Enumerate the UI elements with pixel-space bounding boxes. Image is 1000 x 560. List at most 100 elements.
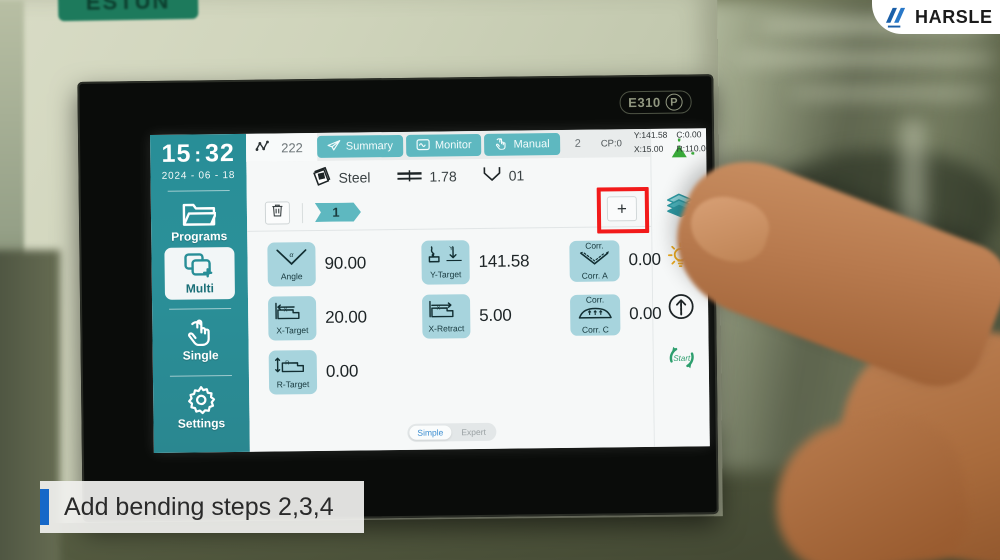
hand-thumb <box>765 407 975 560</box>
tab-summary[interactable]: Summary <box>316 134 404 158</box>
mode-expert[interactable]: Expert <box>453 425 494 439</box>
background-shadow <box>770 150 1000 270</box>
delete-step-button[interactable] <box>264 201 291 225</box>
material-icon <box>312 166 331 189</box>
harsle-mark-icon <box>884 6 909 28</box>
material-cell[interactable]: Steel <box>312 166 371 189</box>
param-label: Corr. C <box>581 323 609 335</box>
background-highlight <box>790 88 990 98</box>
gear-icon <box>186 385 216 415</box>
corr-c-icon <box>577 306 613 324</box>
clock: 15 : 32 <box>161 138 236 168</box>
corr-c-tile: Corr. Corr. C <box>569 293 621 336</box>
param-value: 141.58 <box>478 251 530 272</box>
sidebar-divider <box>169 375 232 377</box>
top-tab-bar: 222 Summary Monitor Manual 2 CP:0 Y:141.… <box>245 128 710 162</box>
svg-text:Y: Y <box>449 246 453 252</box>
machine-green-label: ESTUN <box>57 0 199 22</box>
clock-separator: : <box>194 144 203 167</box>
sidebar-item-programs[interactable]: Programs <box>164 195 235 248</box>
tab-label: Manual <box>513 138 550 151</box>
param-x-target[interactable]: X X-Target 20.00 <box>267 293 423 343</box>
mode-simple[interactable]: Simple <box>409 425 452 440</box>
tab-monitor[interactable]: Monitor <box>405 133 482 157</box>
param-label: R-Target <box>276 378 310 390</box>
sidebar-item-multi[interactable]: Multi <box>164 246 235 300</box>
toolbar-sheet-stack[interactable] <box>659 187 699 225</box>
multi-copy-icon <box>183 252 215 279</box>
param-y-target[interactable]: Y Y-Target 141.58 <box>421 237 570 287</box>
readout-y: Y:141.58 <box>633 129 668 141</box>
y-target-icon: Y <box>427 245 463 269</box>
cp-indicator: CP:0 <box>600 137 622 150</box>
svg-text:X: X <box>437 305 441 311</box>
sidebar-item-label: Multi <box>185 281 214 296</box>
param-r-target[interactable]: R R-Target 0.00 <box>268 347 424 397</box>
tab-manual[interactable]: Manual <box>484 133 560 156</box>
param-corr-a[interactable]: Corr. Corr. A 0.00 <box>569 236 661 285</box>
param-corr-c[interactable]: Corr. Corr. C 0.00 <box>569 290 662 339</box>
caption-banner: Add bending steps 2,3,4 <box>40 481 364 533</box>
param-value: 0.00 <box>629 303 662 324</box>
toolbar-start[interactable]: Start <box>661 340 701 378</box>
screenshot-root: ESTUN E310 P 15 : 32 2024 - 06 - 18 Prog… <box>0 0 1000 560</box>
x-target-tile: X X-Target <box>267 296 317 341</box>
material-name: Steel <box>338 169 371 186</box>
main-panel: 222 Summary Monitor Manual 2 CP:0 Y:141.… <box>245 128 710 452</box>
param-x-retract[interactable]: X X-Retract 5.00 <box>421 291 571 341</box>
step-toolbar: 1 + <box>246 186 652 234</box>
param-value: 0.00 <box>628 249 661 270</box>
axis-readout: Y:141.58 C:0.00 X:15.00 R:110.00 <box>630 128 710 157</box>
start-icon: Start <box>664 342 698 377</box>
tab-label: Monitor <box>434 139 472 152</box>
param-angle[interactable]: α Angle 90.00 <box>267 239 422 289</box>
readout-x: X:15.00 <box>633 144 664 155</box>
controller-mode-icon: P <box>665 93 683 111</box>
param-label-top: Corr. <box>585 294 605 305</box>
right-toolbar: Start <box>649 128 710 447</box>
harsle-logo: HARSLE <box>872 0 1000 34</box>
tab-label: Summary <box>345 140 393 153</box>
r-target-tile: R R-Target <box>268 349 318 395</box>
x-target-icon: X <box>274 302 310 325</box>
toolbar-up-arrow-dashed[interactable] <box>660 289 700 327</box>
tool-cell[interactable]: 01 <box>483 165 525 186</box>
hand-knuckles <box>822 309 1000 560</box>
sheet-stack-icon <box>664 191 694 222</box>
sidebar-divider <box>167 190 230 192</box>
monitor-bezel: E310 P 15 : 32 2024 - 06 - 18 Programs M… <box>77 74 719 522</box>
angle-icon: α <box>274 248 308 271</box>
date-display: 2024 - 06 - 18 <box>161 169 236 182</box>
r-target-icon: R <box>274 356 311 379</box>
param-value: 90.00 <box>324 253 367 273</box>
param-value: 20.00 <box>325 307 367 327</box>
touchscreen[interactable]: 15 : 32 2024 - 06 - 18 Programs Multi Si… <box>149 128 710 453</box>
clock-minutes: 32 <box>204 138 236 168</box>
hand-icon <box>494 137 508 152</box>
step-tab-1[interactable]: 1 <box>315 202 361 222</box>
toolbar-lightbulb[interactable] <box>660 238 700 276</box>
program-number: 222 <box>281 139 303 155</box>
toolbar-divider <box>301 202 304 223</box>
material-info-bar: Steel 1.78 01 <box>246 157 650 196</box>
readout-r: R:110.00 <box>676 143 710 154</box>
readout-c: C:0.00 <box>676 129 702 140</box>
svg-text:R: R <box>285 360 289 366</box>
hand-tap-icon <box>185 318 215 347</box>
up-arrow-dashed-icon <box>666 292 694 325</box>
controller-model-badge: E310 P <box>619 90 692 115</box>
mode-switch[interactable]: Simple Expert <box>407 422 497 442</box>
add-step-button[interactable]: + <box>596 186 650 234</box>
sidebar-divider <box>169 308 232 310</box>
param-value: 0.00 <box>325 361 359 381</box>
tab-program[interactable]: 222 <box>245 132 318 162</box>
caption-text: Add bending steps 2,3,4 <box>64 492 334 521</box>
thickness-cell[interactable]: 1.78 <box>396 168 457 186</box>
controller-model-text: E310 <box>628 94 661 111</box>
sidebar-item-single[interactable]: Single <box>165 313 236 367</box>
svg-text:X: X <box>284 307 288 313</box>
clock-hours: 15 <box>161 139 192 168</box>
sidebar-item-settings[interactable]: Settings <box>166 380 237 435</box>
param-label: Y-Target <box>429 269 462 280</box>
bend-graph-icon <box>255 140 272 156</box>
